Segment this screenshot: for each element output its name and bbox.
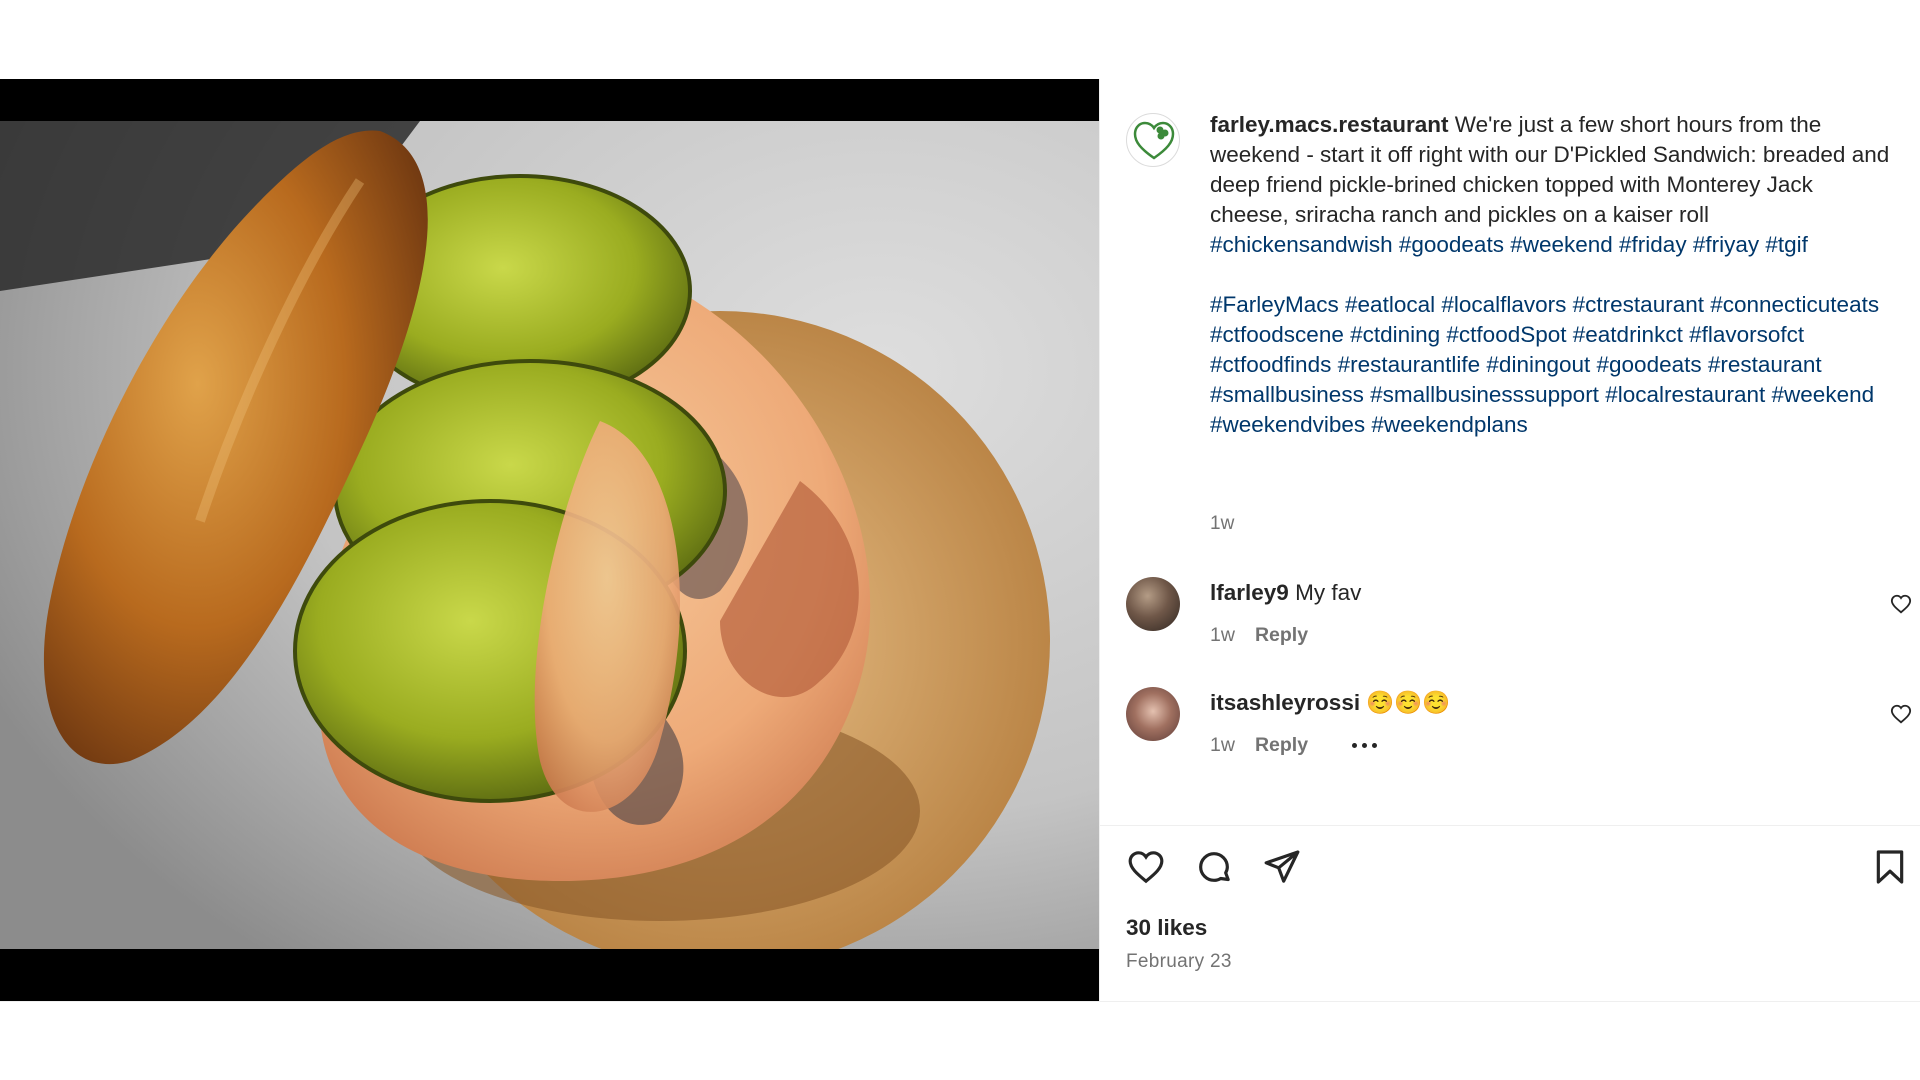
comment-username[interactable]: itsashleyrossi [1210,690,1360,715]
post-caption: farley.macs.restaurant We're just a few … [1210,110,1890,440]
caption-hashtags[interactable]: #chickensandwish #goodeats #weekend #fri… [1210,232,1808,257]
post-container: farley.macs.restaurant We're just a few … [0,79,1920,1002]
hashtags-block[interactable]: #FarleyMacs #eatlocal #localflavors #ctr… [1210,290,1890,440]
reply-button[interactable]: Reply [1255,620,1308,650]
bookmark-icon[interactable] [1870,847,1910,887]
post-timestamp[interactable]: 1w [1210,513,1234,535]
share-icon[interactable] [1262,847,1302,887]
section-divider [1100,825,1920,826]
post-sidebar: farley.macs.restaurant We're just a few … [1099,79,1920,1001]
caption-username[interactable]: farley.macs.restaurant [1210,112,1448,137]
post-photo[interactable] [0,121,1099,949]
comment-item: lfarley9 My fav 1w Reply [1210,578,1361,650]
comment-like-heart-icon[interactable] [1890,593,1912,615]
reply-button[interactable]: Reply [1255,730,1308,760]
likes-count[interactable]: 30 likes [1126,915,1207,941]
restaurant-avatar[interactable] [1126,113,1180,167]
clover-heart-logo-icon [1133,121,1175,160]
comment-time[interactable]: 1w [1210,730,1235,760]
comment-text: ☺️☺️☺️ [1366,690,1451,715]
heart-icon[interactable] [1126,847,1166,887]
sandwich-illustration [0,121,1099,949]
more-icon[interactable] [1352,742,1378,748]
comment-icon[interactable] [1194,847,1234,887]
commenter-avatar[interactable] [1126,687,1180,741]
commenter-avatar[interactable] [1126,577,1180,631]
action-bar [1126,847,1302,887]
comment-time[interactable]: 1w [1210,620,1235,650]
comment-username[interactable]: lfarley9 [1210,580,1289,605]
comment-like-heart-icon[interactable] [1890,703,1912,725]
post-media[interactable] [0,79,1099,1001]
bookmark-button[interactable] [1870,847,1910,887]
comment-item: itsashleyrossi ☺️☺️☺️ 1w Reply [1210,688,1450,760]
post-date[interactable]: February 23 [1126,951,1232,973]
comment-text: My fav [1295,580,1362,605]
